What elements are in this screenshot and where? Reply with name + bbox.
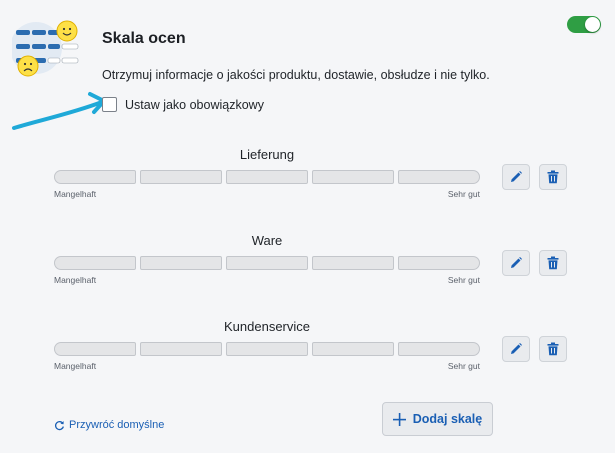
plus-icon <box>392 412 406 426</box>
scale-segment <box>312 342 394 356</box>
add-scale-button[interactable]: Dodaj skalę <box>382 402 493 436</box>
pencil-icon <box>511 257 522 268</box>
mandatory-checkbox[interactable] <box>102 97 117 112</box>
scale-segment <box>140 170 222 184</box>
scale-name: Lieferung <box>239 147 295 162</box>
scale-min-label: Mangelhaft <box>54 361 97 371</box>
mandatory-option[interactable]: Ustaw jako obowiązkowy <box>102 97 264 112</box>
rating-scale-logo-icon <box>12 20 79 77</box>
scale-item: Lieferung Mangelhaft Sehr gut <box>54 147 568 207</box>
scale-segment <box>226 170 308 184</box>
refresh-icon <box>54 420 64 430</box>
page-description: Otrzymuj informacje o jakości produktu, … <box>102 68 490 82</box>
edit-scale-button[interactable] <box>502 164 530 190</box>
scale-segment <box>398 342 480 356</box>
scale-segment <box>140 256 222 270</box>
reset-defaults-label: Przywróć domyślne <box>69 419 165 431</box>
scale-segment <box>312 256 394 270</box>
add-scale-label: Dodaj skalę <box>412 412 483 426</box>
scale-segment <box>398 170 480 184</box>
edit-scale-button[interactable] <box>502 336 530 362</box>
scale-bar <box>54 342 480 356</box>
delete-scale-button[interactable] <box>539 164 567 190</box>
delete-scale-button[interactable] <box>539 336 567 362</box>
scale-segment <box>312 170 394 184</box>
scale-name: Kundenservice <box>224 319 310 334</box>
scale-bar <box>54 170 480 184</box>
scale-min-label: Mangelhaft <box>54 189 97 199</box>
enable-toggle[interactable] <box>567 16 601 33</box>
hint-arrow-icon <box>12 92 106 130</box>
scale-segment <box>398 256 480 270</box>
trash-icon <box>547 256 559 270</box>
pencil-icon <box>511 343 522 354</box>
toggle-knob <box>585 17 600 32</box>
scale-segment <box>226 256 308 270</box>
trash-icon <box>547 170 559 184</box>
scale-bar <box>54 256 480 270</box>
pencil-icon <box>511 171 522 182</box>
scale-name: Ware <box>251 233 283 248</box>
scale-min-label: Mangelhaft <box>54 275 97 285</box>
scale-max-label: Sehr gut <box>447 189 480 199</box>
scale-segment <box>54 170 136 184</box>
scale-max-label: Sehr gut <box>447 275 480 285</box>
scale-segment <box>54 256 136 270</box>
scale-segment <box>226 342 308 356</box>
delete-scale-button[interactable] <box>539 250 567 276</box>
trash-icon <box>547 342 559 356</box>
page-title: Skala ocen <box>102 30 186 47</box>
scale-segment <box>140 342 222 356</box>
mandatory-checkbox-label: Ustaw jako obowiązkowy <box>125 97 264 112</box>
scale-item: Kundenservice Mangelhaft Sehr gut <box>54 319 568 379</box>
scale-item: Ware Mangelhaft Sehr gut <box>54 233 568 293</box>
edit-scale-button[interactable] <box>502 250 530 276</box>
reset-defaults-link[interactable]: Przywróć domyślne <box>54 419 164 431</box>
scale-max-label: Sehr gut <box>447 361 480 371</box>
scale-segment <box>54 342 136 356</box>
